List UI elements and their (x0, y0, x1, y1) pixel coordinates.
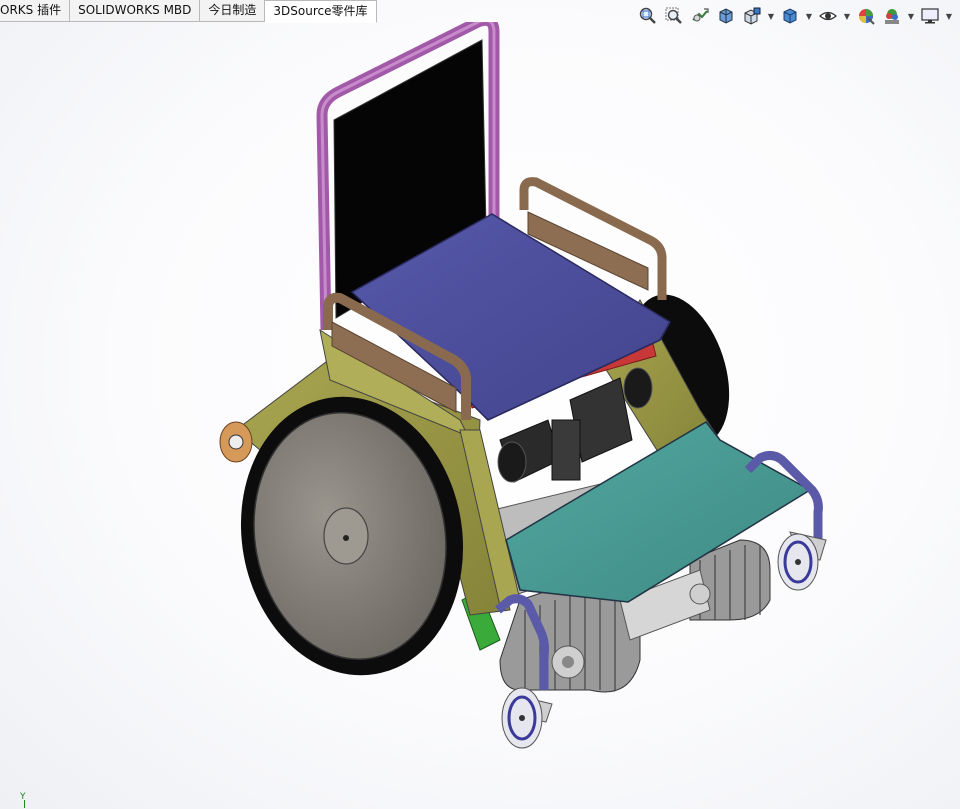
rear-axle-mount (219, 421, 253, 463)
front-left-caster (501, 687, 553, 749)
ribbon-tab-bar: ORKS 插件 SOLIDWORKS MBD 今日制造 3DSource零件库 (0, 0, 377, 23)
front-right-caster (777, 531, 827, 591)
tab-solidworks-addins[interactable]: ORKS 插件 (0, 0, 71, 22)
view-triad-y-label: Y (20, 792, 26, 802)
tab-solidworks-mbd[interactable]: SOLIDWORKS MBD (70, 0, 201, 22)
graphics-area[interactable] (0, 22, 960, 809)
tab-3dsource-parts-library[interactable]: 3DSource零件库 (265, 0, 377, 23)
tab-jinri-zhizao[interactable]: 今日制造 (200, 0, 266, 22)
